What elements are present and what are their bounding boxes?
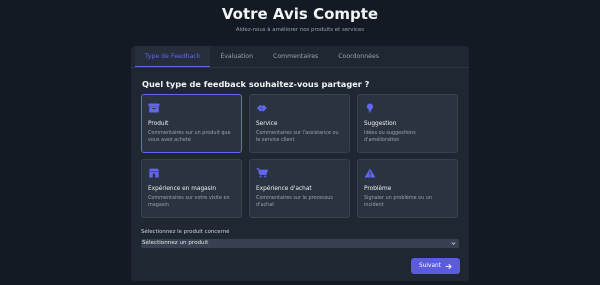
option-card-produit[interactable]: Produit Commentaires sur un produit que … bbox=[141, 94, 242, 153]
product-select[interactable]: Sélectionnez un produit bbox=[141, 239, 459, 248]
cart-icon bbox=[256, 168, 268, 178]
tab-type-de-feedback[interactable]: Type de Feedback bbox=[135, 46, 211, 67]
tab-bar: Type de Feedback Évaluation Commentaires… bbox=[131, 46, 469, 68]
option-card-experience-magasin[interactable]: Expérience en magasin Commentaires sur v… bbox=[141, 159, 242, 218]
feedback-type-question: Quel type de feedback souhaitez-vous par… bbox=[142, 79, 370, 89]
option-card-probleme[interactable]: Problème Signaler un problème ou un inci… bbox=[357, 159, 458, 218]
tab-commentaires[interactable]: Commentaires bbox=[263, 46, 328, 67]
lightbulb-icon bbox=[366, 103, 374, 113]
option-name: Expérience d'achat bbox=[256, 186, 312, 192]
feedback-type-options: Produit Commentaires sur un produit que … bbox=[141, 94, 458, 218]
option-name: Expérience en magasin bbox=[148, 186, 216, 192]
option-card-experience-achat[interactable]: Expérience d'achat Commentaires sur le p… bbox=[249, 159, 350, 218]
product-select-value: Sélectionnez un produit bbox=[142, 240, 209, 246]
handshake-icon bbox=[257, 105, 267, 112]
option-name: Service bbox=[256, 121, 278, 127]
page-title: Votre Avis Compte bbox=[221, 5, 379, 23]
tab-coordonnees[interactable]: Coordonnées bbox=[328, 46, 389, 67]
arrow-right-icon bbox=[445, 263, 452, 269]
next-button[interactable]: Suivant bbox=[411, 258, 460, 274]
chevron-down-icon bbox=[451, 242, 456, 245]
page-subtitle: Aidez-nous à améliorer nos produits et s… bbox=[235, 27, 365, 33]
option-description: Commentaires sur le processus d'achat bbox=[256, 195, 333, 208]
box-icon bbox=[148, 103, 160, 113]
next-button-label: Suivant bbox=[419, 263, 441, 269]
option-name: Suggestion bbox=[364, 121, 397, 127]
product-select-label: Sélectionnez le produit concerné bbox=[141, 229, 230, 235]
option-name: Produit bbox=[148, 121, 169, 127]
page-header: Votre Avis Compte Aidez-nous à améliorer… bbox=[0, 4, 600, 33]
store-icon bbox=[148, 168, 160, 178]
option-name: Problème bbox=[364, 186, 392, 192]
option-description: Commentaires sur un produit que vous ave… bbox=[148, 130, 231, 143]
option-description: Signaler un problème ou un incident bbox=[364, 195, 432, 208]
option-description: Commentaires sur l'assistance ou le serv… bbox=[256, 130, 339, 143]
tab-evaluation[interactable]: Évaluation bbox=[210, 46, 263, 67]
feedback-form-panel: Type de Feedback Évaluation Commentaires… bbox=[131, 46, 469, 281]
option-card-service[interactable]: Service Commentaires sur l'assistance ou… bbox=[249, 94, 350, 153]
option-description: Idées ou suggestions d'amélioration bbox=[364, 130, 416, 143]
warning-icon bbox=[364, 168, 376, 178]
option-card-suggestion[interactable]: Suggestion Idées ou suggestions d'amélio… bbox=[357, 94, 458, 153]
option-description: Commentaires sur votre visite en magasin bbox=[148, 195, 230, 208]
